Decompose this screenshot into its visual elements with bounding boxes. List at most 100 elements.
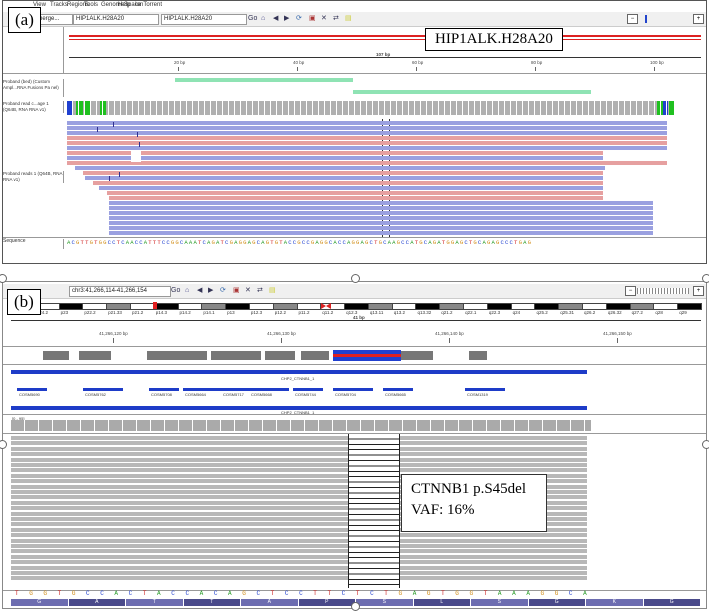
gene-ctnnb1[interactable] [11,370,587,374]
cytoband-label: q26.2 [584,310,596,315]
amino-acid: G [643,599,700,606]
menu-item[interactable]: Tracks [50,2,68,8]
cosmic-id: COSM5665 [385,392,406,397]
cosmic-feature[interactable] [183,388,223,391]
reads-track-label: Proband reads 1 (Q64B, RNA RNA v1) [3,171,64,183]
forward-icon[interactable]: ▶ [284,14,289,23]
cosmic-feature[interactable] [83,388,123,391]
coverage-grid [67,101,671,115]
zoom-slider[interactable] [637,288,689,294]
amino-acid: T [183,599,240,606]
base: T [142,590,158,597]
go-button[interactable]: Go [248,14,257,23]
cytoband-label: p21.33 [108,310,122,315]
zoom-level-indicator [645,15,647,23]
popup-icon[interactable]: ▤ [345,14,352,23]
base: C [86,590,101,597]
menu-item[interactable]: IonTorrent [135,2,162,8]
ruler-tick-mark [113,338,114,343]
refresh-icon[interactable]: ⟳ [296,14,302,23]
read [11,452,587,457]
close-icon[interactable]: ✕ [321,14,327,23]
cosmic-id: COSM5690 [19,392,40,397]
amino-acid: L [413,599,470,606]
ruler-tick-label: 41,266,140 bp [435,331,464,336]
read [67,146,667,150]
forward-icon[interactable]: ▶ [208,286,213,295]
panel-b: chr3:41,266,114-41,266,154 Go ⌂ ◀ ▶ ⟳ ▣ … [2,281,707,609]
cytoband [558,303,584,310]
resize-handle-bottom[interactable] [351,602,360,611]
read [83,171,603,175]
read [67,156,603,160]
read [11,463,587,467]
zoom-out-button[interactable]: − [625,286,636,296]
resize-icon[interactable]: ⇄ [333,14,339,23]
locus-select[interactable]: HIP1ALK.H28A20 [73,14,159,25]
base: C [341,590,356,597]
popup-icon[interactable]: ▤ [269,286,276,295]
cosmic-feature[interactable] [221,388,251,391]
cosmic-feature[interactable] [333,388,373,391]
menu-item[interactable]: Help [118,2,130,8]
base: G [71,590,87,597]
read [67,161,667,165]
locus-input[interactable]: chr3:41,266,114-41,266,154 [69,286,171,297]
cosmic-feature[interactable] [17,388,47,391]
roi-icon[interactable]: ▣ [309,14,316,23]
locus-input[interactable]: HIP1ALK.H28A20 [161,14,247,25]
go-button[interactable]: Go [171,286,180,295]
cosmic-feature[interactable] [149,388,179,391]
cytoband-label: p21.2 [131,310,144,315]
read [109,201,653,205]
close-icon[interactable]: ✕ [245,286,251,295]
cytoband [344,303,369,310]
cosmic-feature[interactable] [383,388,413,391]
cosmic-feature[interactable] [249,388,289,391]
refresh-icon[interactable]: ⟳ [220,286,226,295]
cosmic-id: COSM5664 [185,392,206,397]
cytoband [486,303,512,310]
resize-handle-right[interactable] [702,440,709,449]
menu-item[interactable]: Tools [84,2,98,8]
ruler-tick-label: 41,266,130 bp [267,331,296,336]
cytoband [201,303,227,310]
zoom-in-button[interactable]: + [693,14,704,24]
feature [397,351,433,360]
home-icon[interactable]: ⌂ [261,14,265,23]
read [11,576,587,581]
roi-icon[interactable]: ▣ [233,286,240,295]
base: A [199,590,214,597]
feature [301,351,329,360]
feature [79,351,111,360]
read [75,166,605,170]
cytoband [415,303,441,310]
back-icon[interactable]: ◀ [197,286,202,295]
cosmic-feature[interactable] [293,388,323,391]
divider [3,364,706,365]
cytoband-label: p12.2 [274,310,286,315]
zoom-in-button[interactable]: + [693,286,704,296]
mismatch-mark [97,127,98,132]
ruler-tick-label: 100 bp [650,60,664,65]
back-icon[interactable]: ◀ [273,14,278,23]
coverage-track [11,420,591,431]
cytoband-label: p13 [227,310,235,315]
read [11,538,587,543]
cosmic-feature[interactable] [465,388,505,391]
zoom-out-button[interactable]: − [627,14,638,24]
cytoband-label: q21.2 [441,310,453,315]
amino-acid: A [68,599,125,606]
cytoband-label: p12.3 [250,310,263,315]
resize-handle-top-right[interactable] [702,274,709,283]
resize-handle-top[interactable] [351,274,360,283]
read [11,468,587,473]
variant-vaf: VAF: 16% [411,502,475,518]
cytoband-label: p11.2 [298,310,310,315]
resize-icon[interactable]: ⇄ [257,286,263,295]
mismatch-mark [137,132,138,137]
amino-acid: S [356,599,413,606]
base: C [256,590,271,597]
read [67,121,667,125]
home-icon[interactable]: ⌂ [185,286,189,295]
